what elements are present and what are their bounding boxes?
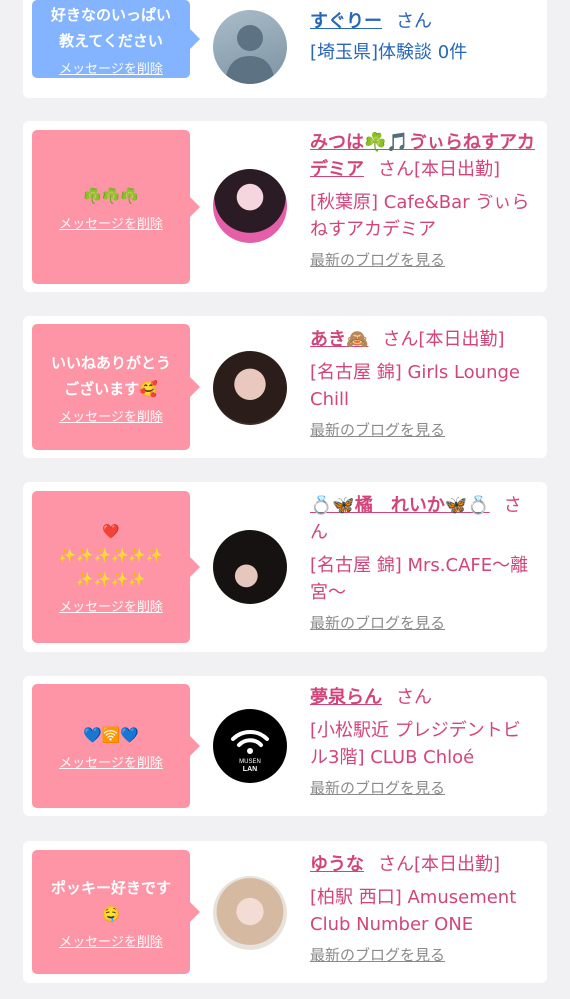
latest-blog-link[interactable]: 最新のブログを見る — [310, 249, 537, 270]
delete-message-link[interactable]: メッセージを削除 — [59, 213, 163, 232]
delete-message-link[interactable]: メッセージを削除 — [59, 752, 163, 771]
delete-message-link[interactable]: メッセージを削除 — [59, 58, 163, 77]
wifi-icon: MUSEN LAN — [231, 729, 269, 773]
message-text: ❤️ ✨✨✨✨✨✨ ✨✨✨✨ — [58, 523, 164, 588]
message-text: 好きなのいっぱい 教えてください — [50, 5, 171, 50]
place-text: [秋葉原] Cafe&Bar ゔぃらねすアカデミア — [310, 192, 530, 240]
wifi-logo-avatar[interactable]: MUSEN LAN — [213, 709, 287, 783]
message-card: ☘️☘️☘️ メッセージを削除 みつは☘️🎵ゔぃらねすアカデミア さん[本日出勤]… — [23, 121, 547, 292]
user-photo-avatar[interactable] — [213, 530, 287, 604]
svg-text:LAN: LAN — [243, 766, 257, 773]
place-text: [柏駅 西口] Amusement Club Number ONE — [310, 887, 517, 935]
user-name-link[interactable]: すぐりー — [310, 11, 382, 32]
message-bubble: ❤️ ✨✨✨✨✨✨ ✨✨✨✨ メッセージを削除 — [32, 491, 200, 643]
message-bubble: ☘️☘️☘️ メッセージを削除 — [32, 130, 200, 284]
delete-message-link[interactable]: メッセージを削除 — [59, 596, 163, 615]
person-silhouette-icon — [225, 25, 275, 84]
delete-message-link[interactable]: メッセージを削除 — [59, 931, 163, 950]
message-text: ポッキー好きです 🤤 — [50, 878, 171, 923]
user-name-link[interactable]: 💍🦋橘 れいか🦋💍 — [310, 495, 490, 516]
user-photo-avatar[interactable] — [213, 876, 287, 950]
message-card: 好きなのいっぱい 教えてください メッセージを削除 すぐりー さん [埼玉県]体験… — [23, 0, 547, 98]
message-bubble: いいねありがとう ございます🥰 メッセージを削除 — [32, 324, 200, 450]
delete-message-link[interactable]: メッセージを削除 — [59, 406, 163, 425]
message-text: いいねありがとう ございます🥰 — [50, 353, 171, 398]
no-photo-avatar[interactable] — [213, 10, 287, 84]
latest-blog-link[interactable]: 最新のブログを見る — [310, 419, 537, 440]
user-photo-avatar[interactable] — [213, 351, 287, 425]
name-suffix: さん[本日出勤] — [382, 329, 505, 350]
user-photo-avatar[interactable] — [213, 169, 287, 243]
message-card: いいねありがとう ございます🥰 メッセージを削除 あき🙈 さん[本日出勤] [名古… — [23, 316, 547, 458]
name-suffix: さん — [396, 687, 432, 708]
message-card: ❤️ ✨✨✨✨✨✨ ✨✨✨✨ メッセージを削除 💍🦋橘 れいか🦋💍 さん [名古屋… — [23, 482, 547, 652]
message-text: 💙🛜💙 — [82, 725, 140, 744]
place-text: [名古屋 錦] Mrs.CAFE〜離宮〜 — [310, 555, 529, 603]
message-card: 💙🛜💙 メッセージを削除 MUSEN LAN 夢泉らん さん [小松駅近 プレジデ… — [23, 676, 547, 816]
latest-blog-link[interactable]: 最新のブログを見る — [310, 777, 537, 798]
place-text: [名古屋 錦] Girls Lounge Chill — [310, 362, 520, 410]
place-text: [埼玉県]体験談 0件 — [310, 42, 468, 63]
message-card: ポッキー好きです 🤤 メッセージを削除 ゆうな さん[本日出勤] [柏駅 西口] … — [23, 841, 547, 983]
name-suffix: さん[本日出勤] — [378, 854, 501, 875]
message-bubble: ポッキー好きです 🤤 メッセージを削除 — [32, 850, 200, 974]
name-suffix: さん[本日出勤] — [378, 159, 501, 180]
name-suffix: さん — [396, 11, 432, 32]
latest-blog-link[interactable]: 最新のブログを見る — [310, 944, 537, 965]
message-bubble: 💙🛜💙 メッセージを削除 — [32, 684, 200, 808]
message-bubble: 好きなのいっぱい 教えてください メッセージを削除 — [32, 0, 200, 78]
user-name-link[interactable]: 夢泉らん — [310, 687, 382, 708]
latest-blog-link[interactable]: 最新のブログを見る — [310, 612, 537, 633]
message-text: ☘️☘️☘️ — [82, 186, 140, 205]
place-text: [小松駅近 プレジデントビル3階] CLUB Chloé — [310, 720, 521, 768]
user-name-link[interactable]: ゆうな — [310, 854, 364, 875]
user-name-link[interactable]: あき🙈 — [310, 329, 368, 350]
svg-text:MUSEN: MUSEN — [239, 759, 261, 765]
